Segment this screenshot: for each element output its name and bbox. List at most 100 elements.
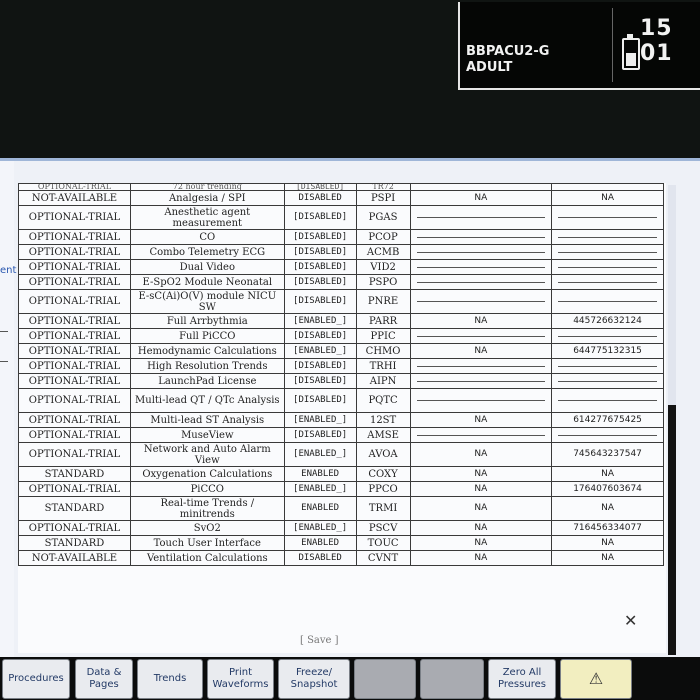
option-name-cell: 72 hour trending: [129, 183, 285, 191]
license-window: ent OPTIONAL-TRIAL 72 hour trending [DISAB…: [0, 158, 700, 661]
option-code-cell: CVNT: [355, 550, 411, 566]
softkey-label: Procedures: [8, 673, 64, 684]
option-name-cell: Full PiCCO: [129, 328, 285, 344]
table-row[interactable]: OPTIONAL-TRIAL MuseView [DISABLED] AMSE: [18, 427, 664, 443]
option-name-cell: E-SpO2 Module Neonatal: [129, 274, 285, 290]
option-code-cell: PSCV: [355, 520, 411, 536]
freeze-snapshot-button[interactable]: Freeze/ Snapshot: [278, 659, 350, 699]
patient-category: ADULT: [466, 60, 513, 75]
print-waveforms-button[interactable]: Print Waveforms: [207, 659, 274, 699]
softkey-label: Print Waveforms: [212, 667, 269, 690]
option-name-cell: High Resolution Trends: [129, 358, 285, 374]
table-row-partial[interactable]: OPTIONAL-TRIAL 72 hour trending [DISABLED]…: [18, 183, 664, 191]
table-row[interactable]: OPTIONAL-TRIAL E-sC(Ai)O(V) module NICU S…: [18, 289, 664, 314]
option-state-cell: [DISABLED]: [283, 259, 357, 275]
option-code-cell: CHMO: [355, 343, 411, 359]
data-pages-button[interactable]: Data & Pages: [75, 659, 133, 699]
blank-softkey[interactable]: [354, 659, 416, 699]
license-table: OPTIONAL-TRIAL 72 hour trending [DISABLED]…: [18, 183, 664, 566]
close-icon[interactable]: ✕: [624, 611, 637, 630]
option-name-cell: MuseView: [129, 427, 285, 443]
table-row[interactable]: OPTIONAL-TRIAL Hemodynamic Calculations [E…: [18, 343, 664, 359]
monitor-top-area: BBPACU2-G ADULT 15 01: [0, 0, 700, 160]
option-name-cell: Combo Telemetry ECG: [129, 244, 285, 260]
table-row[interactable]: OPTIONAL-TRIAL Full PiCCO [DISABLED] PPIC: [18, 328, 664, 344]
option-state-cell: [DISABLED]: [283, 388, 357, 413]
table-row[interactable]: OPTIONAL-TRIAL High Resolution Trends [DIS…: [18, 358, 664, 374]
value-1-cell: NA: [409, 313, 553, 329]
value-1-cell: [409, 183, 553, 191]
option-state-cell: [DISABLED]: [283, 229, 357, 245]
option-state-cell: [DISABLED]: [283, 274, 357, 290]
blank-line: [558, 281, 657, 283]
value-2-cell: [551, 274, 664, 290]
table-row[interactable]: OPTIONAL-TRIAL Combo Telemetry ECG [DISABL…: [18, 244, 664, 260]
value-2-cell: 176407603674: [551, 481, 664, 497]
option-name-cell: Hemodynamic Calculations: [129, 343, 285, 359]
value-1-cell: [409, 373, 553, 389]
option-state-cell: [DISABLED]: [283, 427, 357, 443]
license-table-container[interactable]: OPTIONAL-TRIAL 72 hour trending [DISABLED]…: [18, 183, 666, 653]
table-row[interactable]: OPTIONAL-TRIAL Multi-lead ST Analysis [ENA…: [18, 412, 664, 428]
table-row[interactable]: OPTIONAL-TRIAL E-SpO2 Module Neonatal [DIS…: [18, 274, 664, 290]
value-2-cell: [551, 427, 664, 443]
value-2-cell: 716456334077: [551, 520, 664, 536]
option-state-cell: DISABLED: [283, 550, 357, 566]
blank-softkey[interactable]: [420, 659, 484, 699]
option-code-cell: PQTC: [355, 388, 411, 413]
value-2-cell: 614277675425: [551, 412, 664, 428]
save-button[interactable]: [ Save ]: [300, 635, 339, 646]
table-row[interactable]: STANDARD Oxygenation Calculations ENABLED C…: [18, 466, 664, 482]
blank-line: [558, 301, 657, 302]
option-code-cell: AMSE: [355, 427, 411, 443]
option-code-cell: 12ST: [355, 412, 411, 428]
value-2-cell: [551, 229, 664, 245]
option-name-cell: Multi-lead ST Analysis: [129, 412, 285, 428]
trends-button[interactable]: Trends: [137, 659, 203, 699]
value-1-cell: NA: [409, 496, 553, 521]
license-type-cell: OPTIONAL-TRIAL: [18, 313, 131, 329]
zero-all-pressures-button[interactable]: Zero All Pressures: [488, 659, 556, 699]
value-1-cell: [409, 205, 553, 230]
license-type-cell: OPTIONAL-TRIAL: [18, 183, 131, 191]
patient-info-box[interactable]: BBPACU2-G ADULT 15 01: [458, 2, 700, 90]
alarm-button[interactable]: ⚠: [560, 659, 632, 699]
table-row[interactable]: NOT-AVAILABLE Ventilation Calculations DIS…: [18, 550, 664, 566]
option-code-cell: AVOA: [355, 442, 411, 467]
table-row[interactable]: OPTIONAL-TRIAL Full Arrbythmia [ENABLED_] P…: [18, 313, 664, 329]
value-1-cell: [409, 289, 553, 314]
table-row[interactable]: OPTIONAL-TRIAL SvO2 [ENABLED_] PSCV NA 716456…: [18, 520, 664, 536]
table-row[interactable]: STANDARD Real-time Trends / minitrends ENA…: [18, 496, 664, 521]
table-row[interactable]: OPTIONAL-TRIAL Network and Auto Alarm Vie…: [18, 442, 664, 467]
table-row[interactable]: OPTIONAL-TRIAL PiCCO [ENABLED_] PPCO NA 17640…: [18, 481, 664, 497]
blank-line: [416, 217, 546, 218]
table-row[interactable]: OPTIONAL-TRIAL CO [DISABLED] PCOP: [18, 229, 664, 245]
blank-line: [558, 380, 657, 382]
table-row[interactable]: OPTIONAL-TRIAL LaunchPad License [DISABLED…: [18, 373, 664, 389]
table-row[interactable]: NOT-AVAILABLE Analgesia / SPI DISABLED PSPI…: [18, 190, 664, 206]
value-2-cell: [551, 205, 664, 230]
battery-icon: [622, 34, 640, 70]
license-type-cell: STANDARD: [18, 466, 131, 482]
value-2-cell: NA: [551, 466, 664, 482]
option-name-cell: LaunchPad License: [129, 373, 285, 389]
option-code-cell: PGAS: [355, 205, 411, 230]
table-row[interactable]: STANDARD Touch User Interface ENABLED TOUC N…: [18, 535, 664, 551]
table-row[interactable]: OPTIONAL-TRIAL Dual Video [DISABLED] VID2: [18, 259, 664, 275]
option-code-cell: PPCO: [355, 481, 411, 497]
value-1-cell: [409, 358, 553, 374]
vertical-scrollbar[interactable]: [668, 185, 676, 655]
scrollbar-thumb[interactable]: [668, 405, 676, 655]
option-name-cell: PiCCO: [129, 481, 285, 497]
option-name-cell: Full Arrbythmia: [129, 313, 285, 329]
value-2-cell: 445726632124: [551, 313, 664, 329]
procedures-button[interactable]: Procedures: [2, 659, 70, 699]
value-1-cell: NA: [409, 481, 553, 497]
value-2-cell: NA: [551, 535, 664, 551]
table-row[interactable]: OPTIONAL-TRIAL Multi-lead QT / QTc Analys…: [18, 388, 664, 413]
option-code-cell: PSPI: [355, 190, 411, 206]
value-1-cell: [409, 328, 553, 344]
table-row[interactable]: OPTIONAL-TRIAL Anesthetic agent measureme…: [18, 205, 664, 230]
license-type-cell: OPTIONAL-TRIAL: [18, 244, 131, 260]
option-code-cell: TR72: [355, 183, 411, 191]
